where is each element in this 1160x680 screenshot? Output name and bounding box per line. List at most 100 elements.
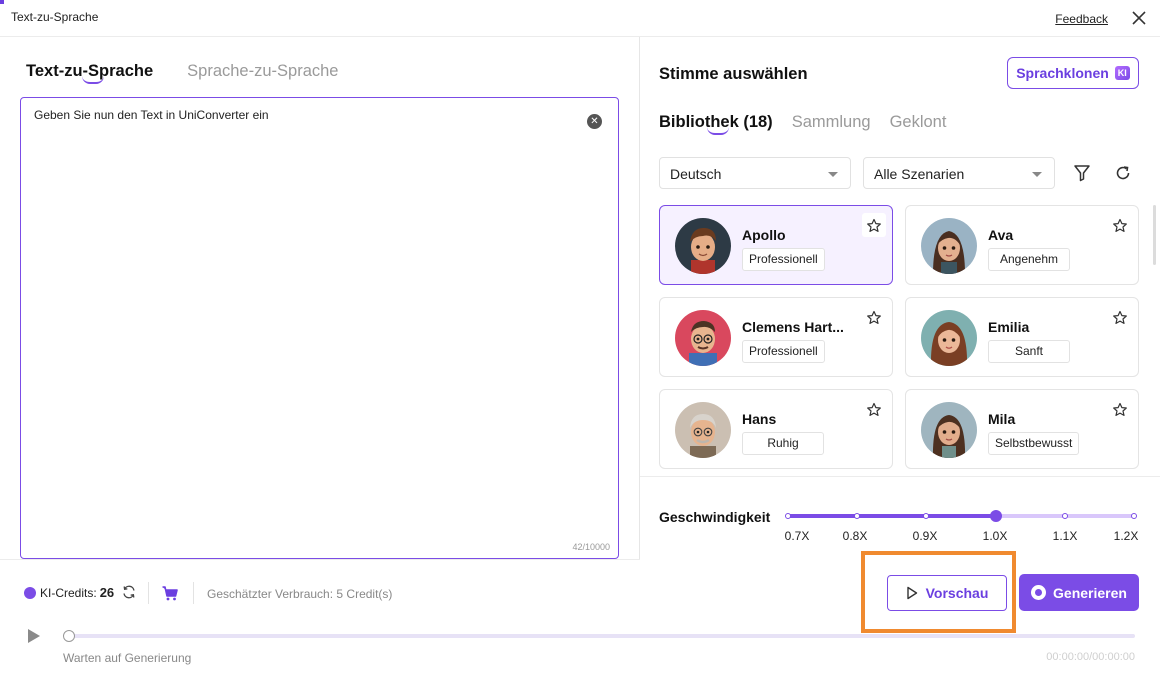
separator <box>193 582 194 604</box>
scenario-dropdown[interactable]: Alle Szenarien <box>863 157 1055 189</box>
speed-label: Geschwindigkeit <box>659 509 771 525</box>
active-tab-indicator <box>82 76 104 84</box>
filter-icon[interactable] <box>1072 163 1092 183</box>
chevron-down-icon <box>1032 172 1042 177</box>
voice-card-emilia[interactable]: Emilia Sanft <box>905 297 1139 377</box>
speed-step-dot[interactable] <box>785 513 791 519</box>
voice-tag: Professionell <box>742 340 825 363</box>
star-icon[interactable] <box>866 402 882 418</box>
avatar <box>921 402 977 458</box>
scenario-value: Alle Szenarien <box>874 166 965 182</box>
preview-label: Vorschau <box>925 585 989 601</box>
voice-card-hans[interactable]: Hans Ruhig <box>659 389 893 469</box>
voice-tag: Sanft <box>988 340 1070 363</box>
avatar <box>921 310 977 366</box>
star-icon[interactable] <box>866 218 882 234</box>
speed-slider[interactable] <box>785 510 1137 522</box>
playback-progress[interactable] <box>64 634 1135 638</box>
voice-card-mila[interactable]: Mila Selbstbewusst <box>905 389 1139 469</box>
refresh-icon[interactable] <box>121 584 137 600</box>
credits-value: 26 <box>99 585 115 600</box>
speed-slider-handle[interactable] <box>989 510 1002 522</box>
voice-panel-title: Stimme auswählen <box>659 65 808 83</box>
voice-card-apollo[interactable]: Apollo Professionell <box>659 205 893 285</box>
voice-tag: Selbstbewusst <box>988 432 1080 455</box>
estimated-usage: Geschätzter Verbrauch: 5 Credit(s) <box>207 587 393 601</box>
window-title: Text-zu-Sprache <box>11 10 99 24</box>
voice-card-clemens[interactable]: Clemens Hart... Professionell <box>659 297 893 377</box>
language-value: Deutsch <box>670 166 722 182</box>
star-icon[interactable] <box>1112 218 1128 234</box>
tab-label: Sprache-zu-Sprache <box>187 62 339 80</box>
play-icon <box>906 586 917 600</box>
ki-badge: KI <box>1114 66 1130 80</box>
time-display: 00:00:00/00:00:00 <box>1046 651 1135 663</box>
voice-clone-label: Sprachklonen <box>1016 65 1109 81</box>
language-dropdown[interactable]: Deutsch <box>659 157 851 189</box>
tab-cloned[interactable]: Geklont <box>890 113 947 132</box>
generate-button[interactable]: Generieren <box>1019 574 1139 611</box>
preview-button[interactable]: Vorschau <box>887 575 1007 611</box>
speed-step-dot[interactable] <box>923 513 930 519</box>
speed-option-label[interactable]: 0.7X <box>785 529 810 543</box>
voice-name: Ava <box>988 227 1014 243</box>
cart-icon[interactable] <box>161 584 179 602</box>
speed-divider <box>640 476 1160 477</box>
voice-tag: Ruhig <box>742 432 824 455</box>
tab-library[interactable]: Bibliothek (18) <box>659 113 773 135</box>
separator <box>148 582 149 604</box>
voice-clone-button[interactable]: Sprachklonen KI <box>1007 57 1139 89</box>
gem-icon <box>24 586 36 599</box>
star-icon[interactable] <box>1112 402 1128 418</box>
speed-option-label[interactable]: 1.2X <box>1114 529 1139 543</box>
text-input-content[interactable]: Geben Sie nun den Text in UniConverter e… <box>34 108 269 122</box>
generate-label: Generieren <box>1053 584 1127 601</box>
progress-handle[interactable] <box>63 630 75 642</box>
speed-step-dot[interactable] <box>1061 513 1068 519</box>
voice-list-scrollbar[interactable] <box>1153 205 1156 265</box>
status-text: Warten auf Generierung <box>63 651 192 665</box>
left-panel-bottom-border <box>0 559 640 560</box>
refresh-icon[interactable] <box>1113 163 1133 183</box>
avatar <box>675 310 731 366</box>
close-icon[interactable] <box>1130 9 1148 27</box>
tab-speech-to-speech[interactable]: Sprache-zu-Sprache <box>187 62 338 81</box>
voice-tag: Professionell <box>742 248 825 271</box>
voice-tag: Angenehm <box>988 248 1070 271</box>
panel-divider <box>639 37 640 559</box>
voice-name: Apollo <box>742 227 786 243</box>
speed-slider-fill <box>788 514 996 518</box>
left-tab-bar: Text-zu-Sprache Sprache-zu-Sprache <box>26 62 338 84</box>
avatar <box>921 218 977 274</box>
text-input-area[interactable]: Geben Sie nun den Text in UniConverter e… <box>20 97 619 559</box>
chevron-down-icon <box>828 172 838 177</box>
play-icon[interactable] <box>26 628 42 644</box>
speed-option-label[interactable]: 1.1X <box>1053 529 1078 543</box>
tab-collection[interactable]: Sammlung <box>792 113 871 132</box>
speed-step-dot[interactable] <box>854 513 861 519</box>
tab-label: Geklont <box>889 113 947 131</box>
avatar <box>675 218 731 274</box>
speed-option-label[interactable]: 1.0X <box>983 529 1008 543</box>
voice-name: Emilia <box>988 319 1030 335</box>
speed-step-dot[interactable] <box>1131 513 1137 519</box>
active-tab-indicator <box>707 127 729 135</box>
generate-icon <box>1031 585 1047 600</box>
speed-option-label[interactable]: 0.8X <box>843 529 868 543</box>
voice-name: Mila <box>988 411 1016 427</box>
voice-name: Hans <box>742 411 777 427</box>
voice-tab-bar: Bibliothek (18) Sammlung Geklont <box>659 113 947 135</box>
star-icon[interactable] <box>866 310 882 326</box>
credits-label: KI-Credits: <box>40 585 97 600</box>
clear-icon[interactable]: ✕ <box>587 114 602 129</box>
speed-option-label[interactable]: 0.9X <box>913 529 938 543</box>
character-counter: 42/10000 <box>572 542 610 552</box>
voice-card-ava[interactable]: Ava Angenehm <box>905 205 1139 285</box>
star-icon[interactable] <box>1112 310 1128 326</box>
title-bar: Text-zu-Sprache Feedback <box>0 0 1160 37</box>
feedback-link[interactable]: Feedback <box>1055 12 1108 26</box>
tab-label: Sammlung <box>791 113 871 131</box>
tab-text-to-speech[interactable]: Text-zu-Sprache <box>26 62 153 84</box>
voice-name: Clemens Hart... <box>742 319 844 335</box>
avatar <box>675 402 731 458</box>
